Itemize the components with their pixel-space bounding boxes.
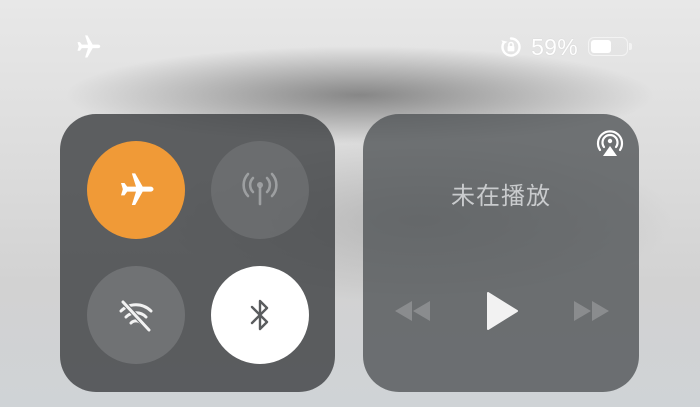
control-center: 59% 未在播放 — [0, 0, 700, 407]
bluetooth-icon — [245, 295, 275, 335]
orientation-lock-icon — [499, 35, 523, 59]
status-right-group: 59% — [499, 30, 634, 64]
cellular-antenna-icon — [236, 166, 284, 214]
wifi-toggle[interactable] — [87, 266, 185, 364]
airplane-icon — [116, 170, 156, 210]
play-icon — [484, 291, 520, 335]
rewind-icon — [393, 299, 433, 327]
fast-forward-button[interactable] — [570, 298, 612, 328]
rewind-button[interactable] — [392, 298, 434, 328]
bluetooth-toggle[interactable] — [211, 266, 309, 364]
fast-forward-icon — [571, 299, 611, 327]
cellular-data-toggle[interactable] — [211, 141, 309, 239]
wifi-off-icon — [113, 292, 159, 338]
status-bar: 59% — [0, 0, 700, 90]
now-playing-status: 未在播放 — [451, 182, 551, 210]
airplane-mode-toggle[interactable] — [87, 141, 185, 239]
airplay-icon — [593, 130, 627, 164]
battery-icon — [588, 36, 634, 58]
airplay-button[interactable] — [593, 126, 627, 160]
airplane-icon — [74, 33, 102, 61]
play-button[interactable] — [482, 292, 522, 334]
battery-percentage: 59% — [531, 33, 578, 60]
